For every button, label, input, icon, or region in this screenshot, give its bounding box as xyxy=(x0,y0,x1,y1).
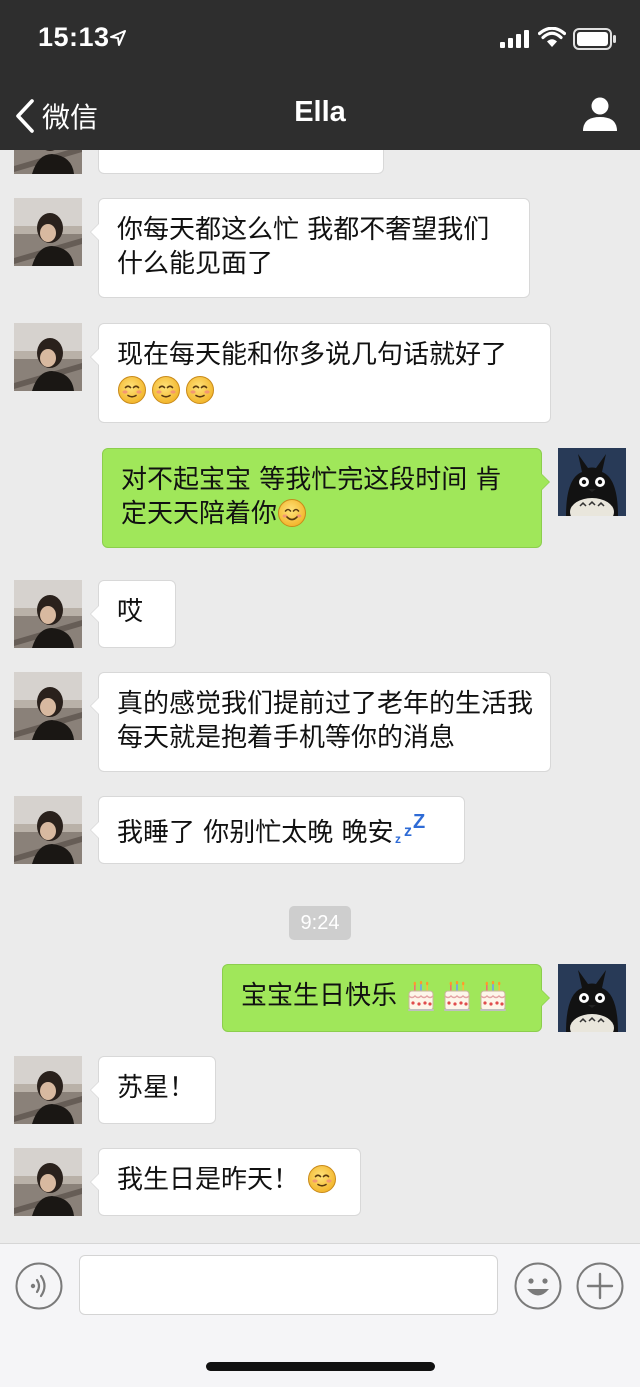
message-row: 宝宝生日快乐 xyxy=(0,964,640,1032)
smiley-icon[interactable] xyxy=(514,1262,562,1310)
contact-avatar[interactable] xyxy=(14,323,82,391)
smile-emoji-icon xyxy=(277,498,307,528)
message-row: 对不起宝宝 等我忙完这段时间 肯定天天陪着你 xyxy=(0,448,640,548)
message-bubble[interactable]: 我睡了 你别忙太晚 晚安 xyxy=(90,796,465,864)
message-row: 现在每天能和你多说几句话就好了 xyxy=(0,323,640,423)
message-row xyxy=(0,150,640,176)
person-icon[interactable] xyxy=(580,94,620,134)
status-time: 15:13 xyxy=(38,22,110,52)
message-bubble[interactable]: 苏星！ xyxy=(90,1056,216,1124)
home-indicator[interactable] xyxy=(206,1362,435,1371)
message-bubble[interactable]: 宝宝生日快乐 xyxy=(222,964,550,1032)
cellular-signal-icon xyxy=(500,30,529,48)
cake-emoji-icon xyxy=(405,981,437,1013)
my-avatar[interactable] xyxy=(558,964,626,1032)
message-text: 现在每天能和你多说几句话就好了 xyxy=(117,340,508,370)
message-bubble[interactable]: 真的感觉我们提前过了老年的生活我每天就是抱着手机等你的消息 xyxy=(90,672,551,772)
contact-avatar[interactable] xyxy=(14,150,82,174)
blush-emoji-icon xyxy=(151,375,181,405)
back-label: 微信 xyxy=(42,101,99,134)
contact-avatar[interactable] xyxy=(14,1056,82,1124)
status-bar: 15:13 xyxy=(0,0,640,80)
battery-icon xyxy=(573,28,616,50)
message-text: 苏星！ xyxy=(117,1073,196,1103)
back-button[interactable]: 微信 xyxy=(14,96,98,136)
cake-emoji-icon xyxy=(441,981,473,1013)
message-row: 哎 xyxy=(0,580,640,648)
contact-avatar[interactable] xyxy=(14,1148,82,1216)
blush-emoji-icon xyxy=(117,375,147,405)
emoji-group xyxy=(405,981,509,1013)
contact-avatar[interactable] xyxy=(14,198,82,266)
message-text: 你每天都这么忙 我都不奢望我们什么能见面了 xyxy=(117,215,490,279)
message-text: 我睡了 你别忙太晚 晚安 xyxy=(117,818,394,848)
message-input[interactable] xyxy=(79,1255,498,1315)
message-row: 真的感觉我们提前过了老年的生活我每天就是抱着手机等你的消息 xyxy=(0,672,640,772)
message-bubble[interactable]: 你每天都这么忙 我都不奢望我们什么能见面了 xyxy=(90,198,530,298)
message-row: 我生日是昨天！ xyxy=(0,1148,640,1216)
message-text: 宝宝生日快乐 xyxy=(241,981,398,1011)
message-row: 苏星！ xyxy=(0,1056,640,1124)
message-bubble[interactable]: 对不起宝宝 等我忙完这段时间 肯定天天陪着你 xyxy=(102,448,550,548)
message-row: 我睡了 你别忙太晚 晚安 xyxy=(0,796,640,864)
zzz-emoji-icon xyxy=(394,811,428,845)
message-bubble[interactable]: 我生日是昨天！ xyxy=(90,1148,361,1216)
chevron-left-icon xyxy=(16,99,34,133)
contact-avatar[interactable] xyxy=(14,796,82,864)
message-bubble[interactable] xyxy=(98,150,384,174)
chat-area[interactable]: 你每天都这么忙 我都不奢望我们什么能见面了 现在每天能和你多说几句话就好了 对不… xyxy=(0,150,640,1243)
message-bubble[interactable]: 现在每天能和你多说几句话就好了 xyxy=(90,323,551,423)
contact-avatar[interactable] xyxy=(14,672,82,740)
wifi-icon xyxy=(538,27,566,47)
message-text: 真的感觉我们提前过了老年的生活我每天就是抱着手机等你的消息 xyxy=(117,689,534,753)
message-text: 我生日是昨天！ xyxy=(117,1165,300,1195)
contact-avatar[interactable] xyxy=(14,580,82,648)
message-text: 哎 xyxy=(117,597,144,627)
emoji-group xyxy=(117,375,215,405)
voice-icon[interactable] xyxy=(15,1262,63,1310)
message-row: 你每天都这么忙 我都不奢望我们什么能见面了 xyxy=(0,198,640,298)
my-avatar[interactable] xyxy=(558,448,626,516)
message-text: 对不起宝宝 等我忙完这段时间 肯定天天陪着你 xyxy=(121,465,502,529)
blush-emoji-icon xyxy=(185,375,215,405)
location-arrow-icon xyxy=(110,30,126,46)
nav-bar: 微信 Ella xyxy=(0,80,640,150)
cake-emoji-icon xyxy=(477,981,509,1013)
message-bubble[interactable]: 哎 xyxy=(90,580,176,648)
chat-timestamp: 9:24 xyxy=(289,906,351,940)
plus-icon[interactable] xyxy=(576,1262,624,1310)
blush-emoji-icon xyxy=(307,1164,337,1194)
